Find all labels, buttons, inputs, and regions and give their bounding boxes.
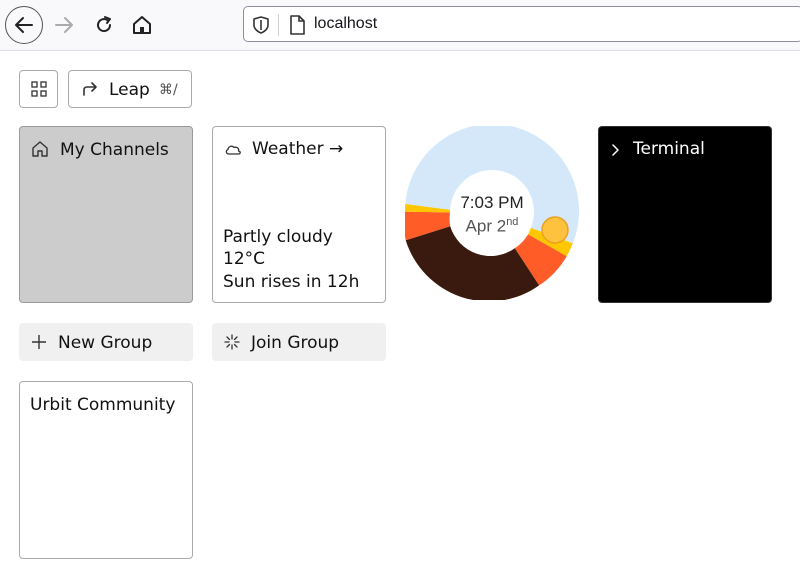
redo-arrow-icon — [83, 82, 97, 96]
url-separator — [278, 14, 279, 36]
urbit-community-tile[interactable]: Urbit Community — [19, 381, 193, 559]
url-text[interactable]: localhost — [314, 15, 377, 33]
urbit-community-label: Urbit Community — [30, 395, 176, 415]
clock-date-text: Apr 2 — [465, 216, 507, 236]
arrow-right-icon — [55, 17, 73, 33]
clock-widget[interactable]: 7:03 PM Apr 2nd — [404, 124, 580, 302]
join-group-label: Join Group — [251, 333, 340, 353]
cloud-icon — [225, 145, 241, 155]
shield-icon[interactable] — [252, 15, 270, 35]
clock-date: Apr 2nd — [405, 216, 579, 237]
grid-button[interactable] — [19, 70, 58, 108]
my-channels-label: My Channels — [60, 140, 169, 160]
new-group-label: New Group — [58, 333, 153, 353]
weather-temperature: 12°C — [223, 249, 266, 269]
home-icon — [133, 16, 151, 34]
terminal-label: Terminal — [633, 139, 705, 159]
home-button[interactable] — [123, 6, 161, 44]
reload-icon — [97, 16, 112, 33]
my-channels-tile[interactable]: My Channels — [19, 126, 193, 303]
page-icon[interactable] — [288, 14, 306, 36]
arrow-left-icon — [15, 17, 33, 33]
clock-time: 7:03 PM — [460, 193, 524, 212]
weather-sunrise: Sun rises in 12h — [223, 272, 360, 292]
leap-label: Leap — [109, 80, 150, 100]
forward-button[interactable] — [45, 6, 83, 44]
chevron-right-icon — [612, 144, 619, 156]
clock-date-suffix: nd — [506, 216, 519, 228]
weather-title: Weather → — [252, 139, 344, 159]
day-cycle-ring — [404, 124, 580, 302]
join-group-button[interactable]: Join Group — [212, 323, 386, 361]
new-group-button[interactable]: New Group — [19, 323, 193, 361]
reload-button[interactable] — [85, 6, 123, 44]
leap-shortcut: ⌘/ — [159, 82, 178, 98]
terminal-tile[interactable]: Terminal — [598, 126, 772, 303]
browser-toolbar: localhost — [0, 0, 800, 51]
grid-icon — [30, 81, 47, 97]
spinner-icon — [224, 334, 240, 350]
weather-condition: Partly cloudy — [223, 227, 333, 247]
url-bar[interactable]: localhost — [243, 6, 800, 42]
plus-icon — [32, 335, 46, 349]
back-button[interactable] — [5, 6, 43, 44]
weather-tile[interactable]: Weather → Partly cloudy 12°C Sun rises i… — [212, 126, 386, 303]
home-icon — [32, 141, 48, 157]
leap-button[interactable]: Leap ⌘/ — [68, 70, 192, 108]
